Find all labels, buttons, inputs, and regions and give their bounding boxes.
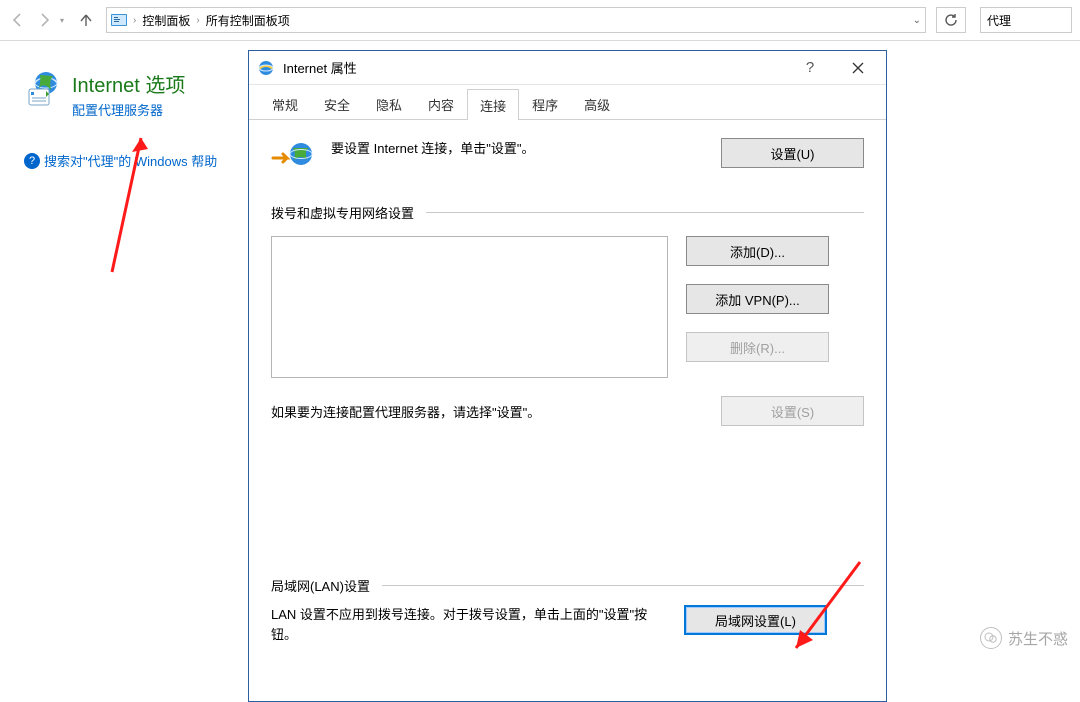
breadcrumb-all-items[interactable]: 所有控制面板项: [206, 12, 290, 29]
crumb-sep-icon: ›: [194, 15, 201, 26]
dialog-tabs: 常规 安全 隐私 内容 连接 程序 高级: [249, 89, 886, 120]
divider: [382, 585, 864, 586]
crumb-sep-icon: ›: [131, 15, 138, 26]
history-drop-icon[interactable]: ▾: [60, 16, 70, 25]
internet-options-title: Internet 选项: [72, 69, 185, 98]
tab-content[interactable]: 内容: [415, 88, 467, 119]
lan-settings-button[interactable]: 局域网设置(L): [684, 605, 827, 635]
tab-security[interactable]: 安全: [311, 88, 363, 119]
tab-advanced[interactable]: 高级: [571, 88, 623, 119]
forward-icon[interactable]: [34, 10, 54, 30]
help-button[interactable]: ?: [790, 54, 830, 82]
connection-setup-text: 要设置 Internet 连接，单击"设置"。: [321, 138, 721, 157]
lan-description: LAN 设置不应用到拨号连接。对于拨号设置，单击上面的"设置"按钮。: [271, 605, 666, 644]
help-icon: ?: [24, 153, 40, 169]
settings-button: 设置(S): [721, 396, 864, 426]
connection-wizard-icon: [271, 138, 321, 177]
up-icon[interactable]: [76, 10, 96, 30]
add-button[interactable]: 添加(D)...: [686, 236, 829, 266]
tab-privacy[interactable]: 隐私: [363, 88, 415, 119]
divider: [426, 212, 864, 213]
watermark-text: 苏生不惑: [1008, 628, 1068, 649]
internet-properties-dialog: Internet 属性 ? 常规 安全 隐私 内容 连接 程序 高级 要设置 I…: [248, 50, 887, 702]
setup-button[interactable]: 设置(U): [721, 138, 864, 168]
proxy-config-note: 如果要为连接配置代理服务器，请选择"设置"。: [271, 402, 721, 421]
add-vpn-button[interactable]: 添加 VPN(P)...: [686, 284, 829, 314]
dialup-list[interactable]: [271, 236, 668, 378]
tab-connections[interactable]: 连接: [467, 89, 519, 120]
wechat-icon: [980, 627, 1002, 649]
back-icon[interactable]: [8, 10, 28, 30]
help-link-text: 搜索对"代理"的 Windows 帮助: [44, 151, 217, 170]
internet-options-item[interactable]: Internet 选项 配置代理服务器: [24, 69, 254, 119]
ie-icon: [257, 59, 275, 77]
address-box[interactable]: › 控制面板 › 所有控制面板项 ⌄: [106, 7, 926, 33]
search-box[interactable]: 代理: [980, 7, 1072, 33]
dialog-titlebar: Internet 属性 ?: [249, 51, 886, 85]
breadcrumb-control-panel[interactable]: 控制面板: [142, 12, 190, 29]
internet-options-icon: [24, 69, 64, 112]
refresh-button[interactable]: [936, 7, 966, 33]
tab-general[interactable]: 常规: [259, 88, 311, 119]
configure-proxy-link[interactable]: 配置代理服务器: [72, 100, 185, 119]
explorer-address-bar: ▾ › 控制面板 › 所有控制面板项 ⌄ 代理: [0, 0, 1080, 41]
tab-programs[interactable]: 程序: [519, 88, 571, 119]
address-drop-icon[interactable]: ⌄: [913, 15, 921, 26]
lan-section-header: 局域网(LAN)设置: [271, 576, 370, 595]
remove-button: 删除(R)...: [686, 332, 829, 362]
search-text: 代理: [987, 12, 1011, 29]
windows-help-link[interactable]: ? 搜索对"代理"的 Windows 帮助: [24, 151, 254, 170]
watermark: 苏生不惑: [980, 627, 1068, 649]
close-button[interactable]: [838, 54, 878, 82]
control-panel-icon: [111, 12, 127, 28]
dialog-title: Internet 属性: [283, 58, 782, 77]
dialup-section-header: 拨号和虚拟专用网络设置: [271, 203, 414, 222]
